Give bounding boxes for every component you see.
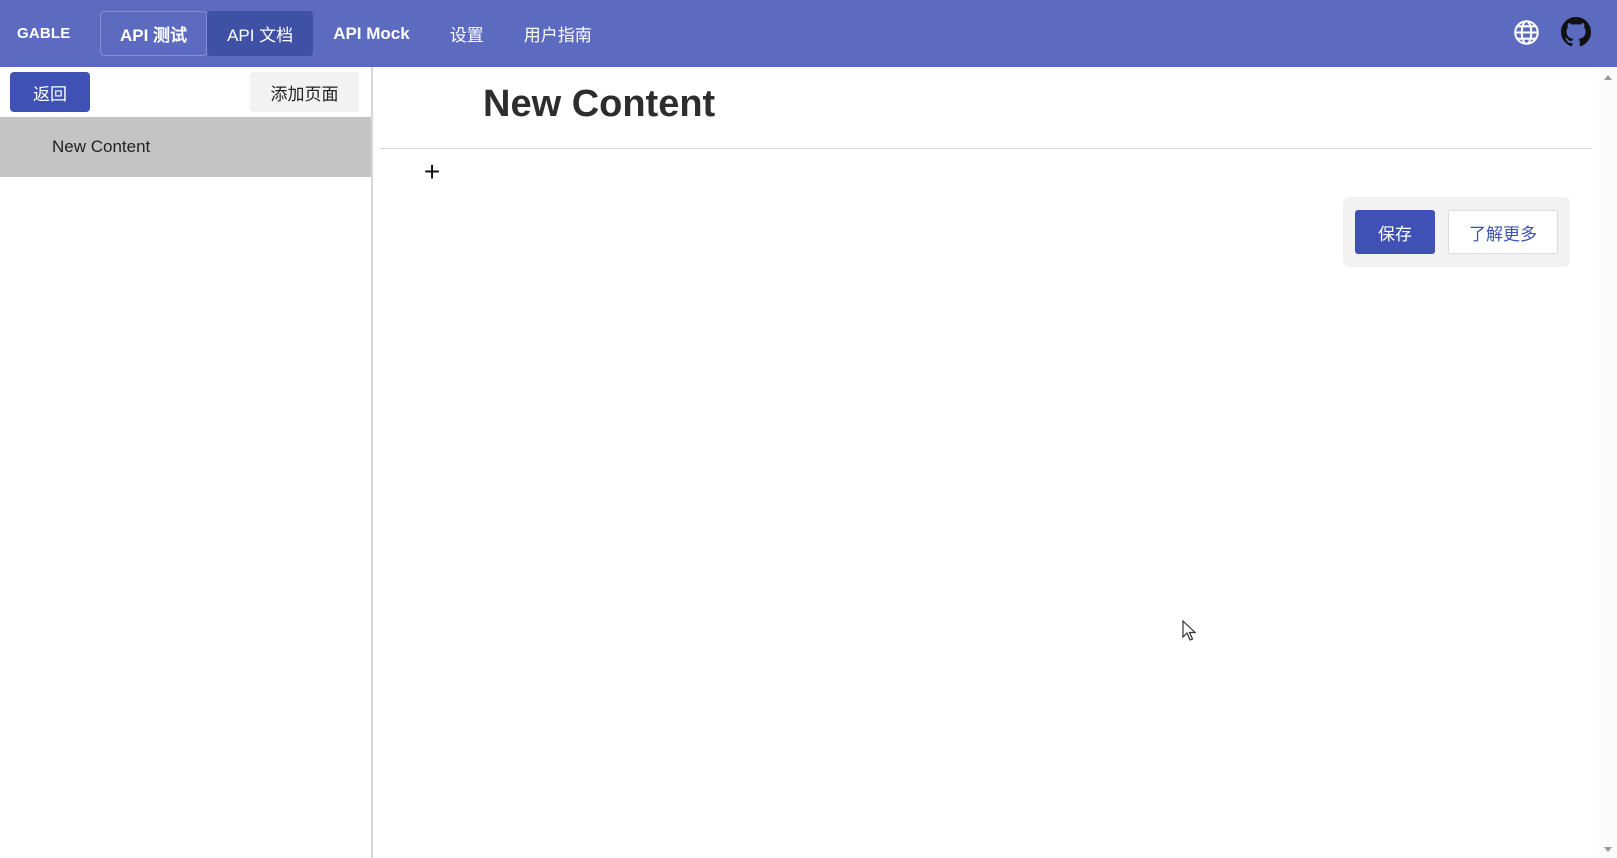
scroll-up-arrow-icon[interactable] (1604, 75, 1612, 80)
back-button[interactable]: 返回 (10, 72, 90, 112)
brand-logo[interactable]: GABLE (17, 25, 100, 42)
nav-user-guide[interactable]: 用户指南 (504, 11, 612, 56)
mouse-cursor-icon (1182, 620, 1197, 641)
learn-more-button[interactable]: 了解更多 (1448, 210, 1558, 254)
add-block-button[interactable]: + (419, 157, 445, 187)
nav-api-mock[interactable]: API Mock (313, 11, 430, 56)
nav-api-test[interactable]: API 测试 (100, 11, 208, 56)
document-editor: New Content + 保存 了解更多 (375, 67, 1599, 858)
main-nav: API 测试 API 文档 API Mock 设置 用户指南 (100, 0, 612, 67)
nav-api-docs[interactable]: API 文档 (207, 11, 314, 56)
save-button[interactable]: 保存 (1355, 210, 1435, 254)
page-title[interactable]: New Content (483, 83, 715, 126)
sidebar-actions: 返回 添加页面 (0, 67, 371, 117)
sidebar: 返回 添加页面 New Content (0, 67, 373, 858)
nav-settings[interactable]: 设置 (430, 11, 504, 56)
header-actions (1511, 17, 1591, 47)
scroll-down-arrow-icon[interactable] (1604, 847, 1612, 852)
top-app-bar: GABLE API 测试 API 文档 API Mock 设置 用户指南 (0, 0, 1617, 67)
github-icon[interactable] (1561, 17, 1591, 47)
sidebar-item-new-content[interactable]: New Content (0, 117, 371, 177)
vertical-scrollbar[interactable] (1599, 67, 1617, 858)
add-page-button[interactable]: 添加页面 (250, 72, 359, 112)
editor-action-panel: 保存 了解更多 (1343, 197, 1570, 267)
title-divider (380, 148, 1592, 149)
globe-icon[interactable] (1511, 17, 1541, 47)
